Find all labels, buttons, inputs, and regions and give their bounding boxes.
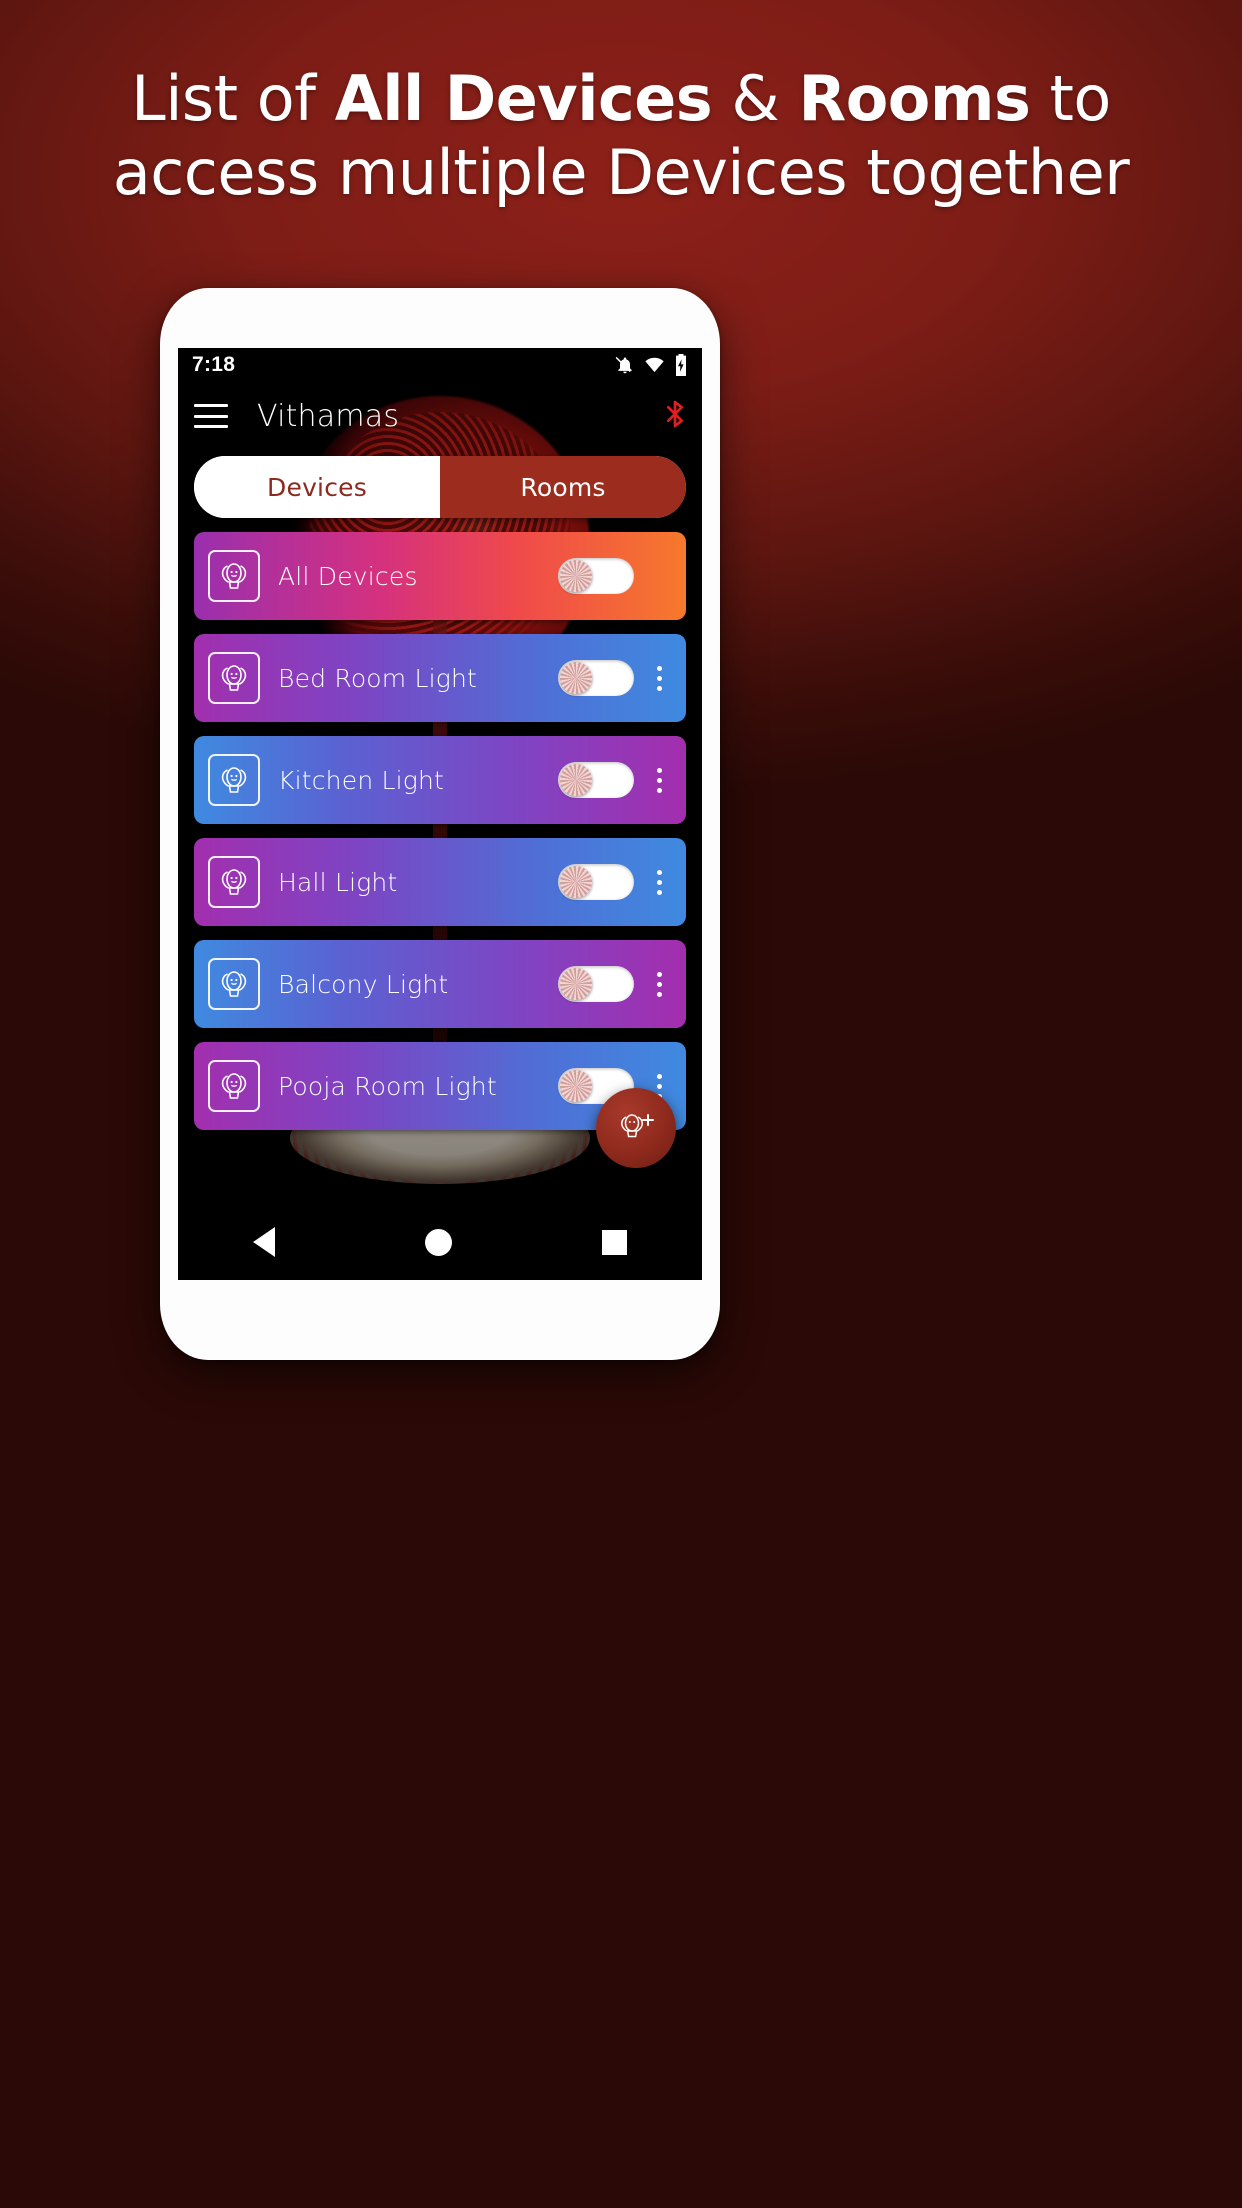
phone-mockup-frame: 7:18 Vithamas Devices Rooms All Devices … (160, 288, 720, 1360)
list-item-controls (558, 762, 672, 798)
tab-bar: Devices Rooms (194, 456, 686, 518)
light-bulb-icon (208, 754, 260, 806)
tab-devices[interactable]: Devices (194, 456, 440, 518)
overflow-menu-icon[interactable] (646, 665, 672, 691)
toggle-knob (560, 968, 592, 1000)
light-bulb-icon (208, 550, 260, 602)
app-title: Vithamas (257, 398, 400, 434)
hamburger-menu-icon[interactable] (194, 404, 228, 428)
headline-bold-rooms: Rooms (798, 62, 1031, 135)
light-bulb-icon (208, 856, 260, 908)
list-item-controls (558, 558, 672, 594)
device-toggle[interactable] (558, 864, 634, 900)
headline-bold-all-devices: All Devices (334, 62, 713, 135)
list-item-label: Bed Room Light (278, 663, 478, 693)
list-item[interactable]: Balcony Light (194, 940, 686, 1028)
wifi-icon (644, 355, 665, 375)
overflow-menu-icon[interactable] (646, 869, 672, 895)
add-device-fab[interactable] (596, 1088, 676, 1168)
headline-pre: List of (131, 62, 335, 135)
promo-headline-line1: List of All Devices & Rooms to (0, 62, 1242, 136)
list-item[interactable]: Hall Light (194, 838, 686, 926)
bluetooth-icon[interactable] (664, 398, 686, 435)
toggle-knob (560, 866, 592, 898)
overflow-menu-icon[interactable] (646, 971, 672, 997)
toggle-knob (560, 662, 592, 694)
headline-mid: & (712, 62, 799, 135)
recents-square-icon[interactable] (602, 1229, 627, 1255)
toggle-knob (560, 560, 592, 592)
promo-headline: List of All Devices & Rooms to access mu… (0, 62, 1242, 210)
tab-rooms[interactable]: Rooms (440, 456, 686, 518)
list-item[interactable]: Bed Room Light (194, 634, 686, 722)
light-bulb-icon (208, 1060, 260, 1112)
light-bulb-icon (208, 958, 260, 1010)
notifications-off-icon (615, 355, 635, 375)
device-toggle[interactable] (558, 660, 634, 696)
list-item-label: Balcony Light (278, 969, 449, 999)
headline-post: to (1030, 62, 1112, 135)
list-item-label: All Devices (278, 561, 418, 591)
overflow-menu-icon[interactable] (646, 767, 672, 793)
light-bulb-icon (208, 652, 260, 704)
promo-headline-line2: access multiple Devices together (112, 136, 1130, 209)
device-list: All Devices Bed Room Light Kitchen Light… (178, 518, 702, 1130)
list-item[interactable]: All Devices (194, 532, 686, 620)
list-item-controls (558, 660, 672, 696)
status-icons (615, 354, 688, 376)
android-navigation-bar (178, 1204, 702, 1280)
list-item-label: Kitchen Light (278, 765, 445, 795)
toggle-knob (560, 1070, 592, 1102)
device-toggle[interactable] (558, 966, 634, 1002)
battery-charging-icon (674, 354, 688, 376)
device-toggle[interactable] (558, 762, 634, 798)
list-item-controls (558, 966, 672, 1002)
list-item-label: Pooja Room Light (278, 1071, 497, 1101)
device-toggle[interactable] (558, 558, 634, 594)
toggle-knob (560, 764, 592, 796)
home-circle-icon[interactable] (425, 1228, 452, 1256)
app-bar: Vithamas (178, 382, 702, 450)
list-item-label: Hall Light (278, 867, 398, 897)
list-item-controls (558, 864, 672, 900)
status-time: 7:18 (192, 353, 236, 376)
add-bulb-icon (615, 1106, 657, 1151)
back-triangle-icon[interactable] (253, 1227, 275, 1257)
phone-screen: 7:18 Vithamas Devices Rooms All Devices … (178, 348, 702, 1280)
status-bar: 7:18 (178, 348, 702, 382)
list-item[interactable]: Kitchen Light (194, 736, 686, 824)
